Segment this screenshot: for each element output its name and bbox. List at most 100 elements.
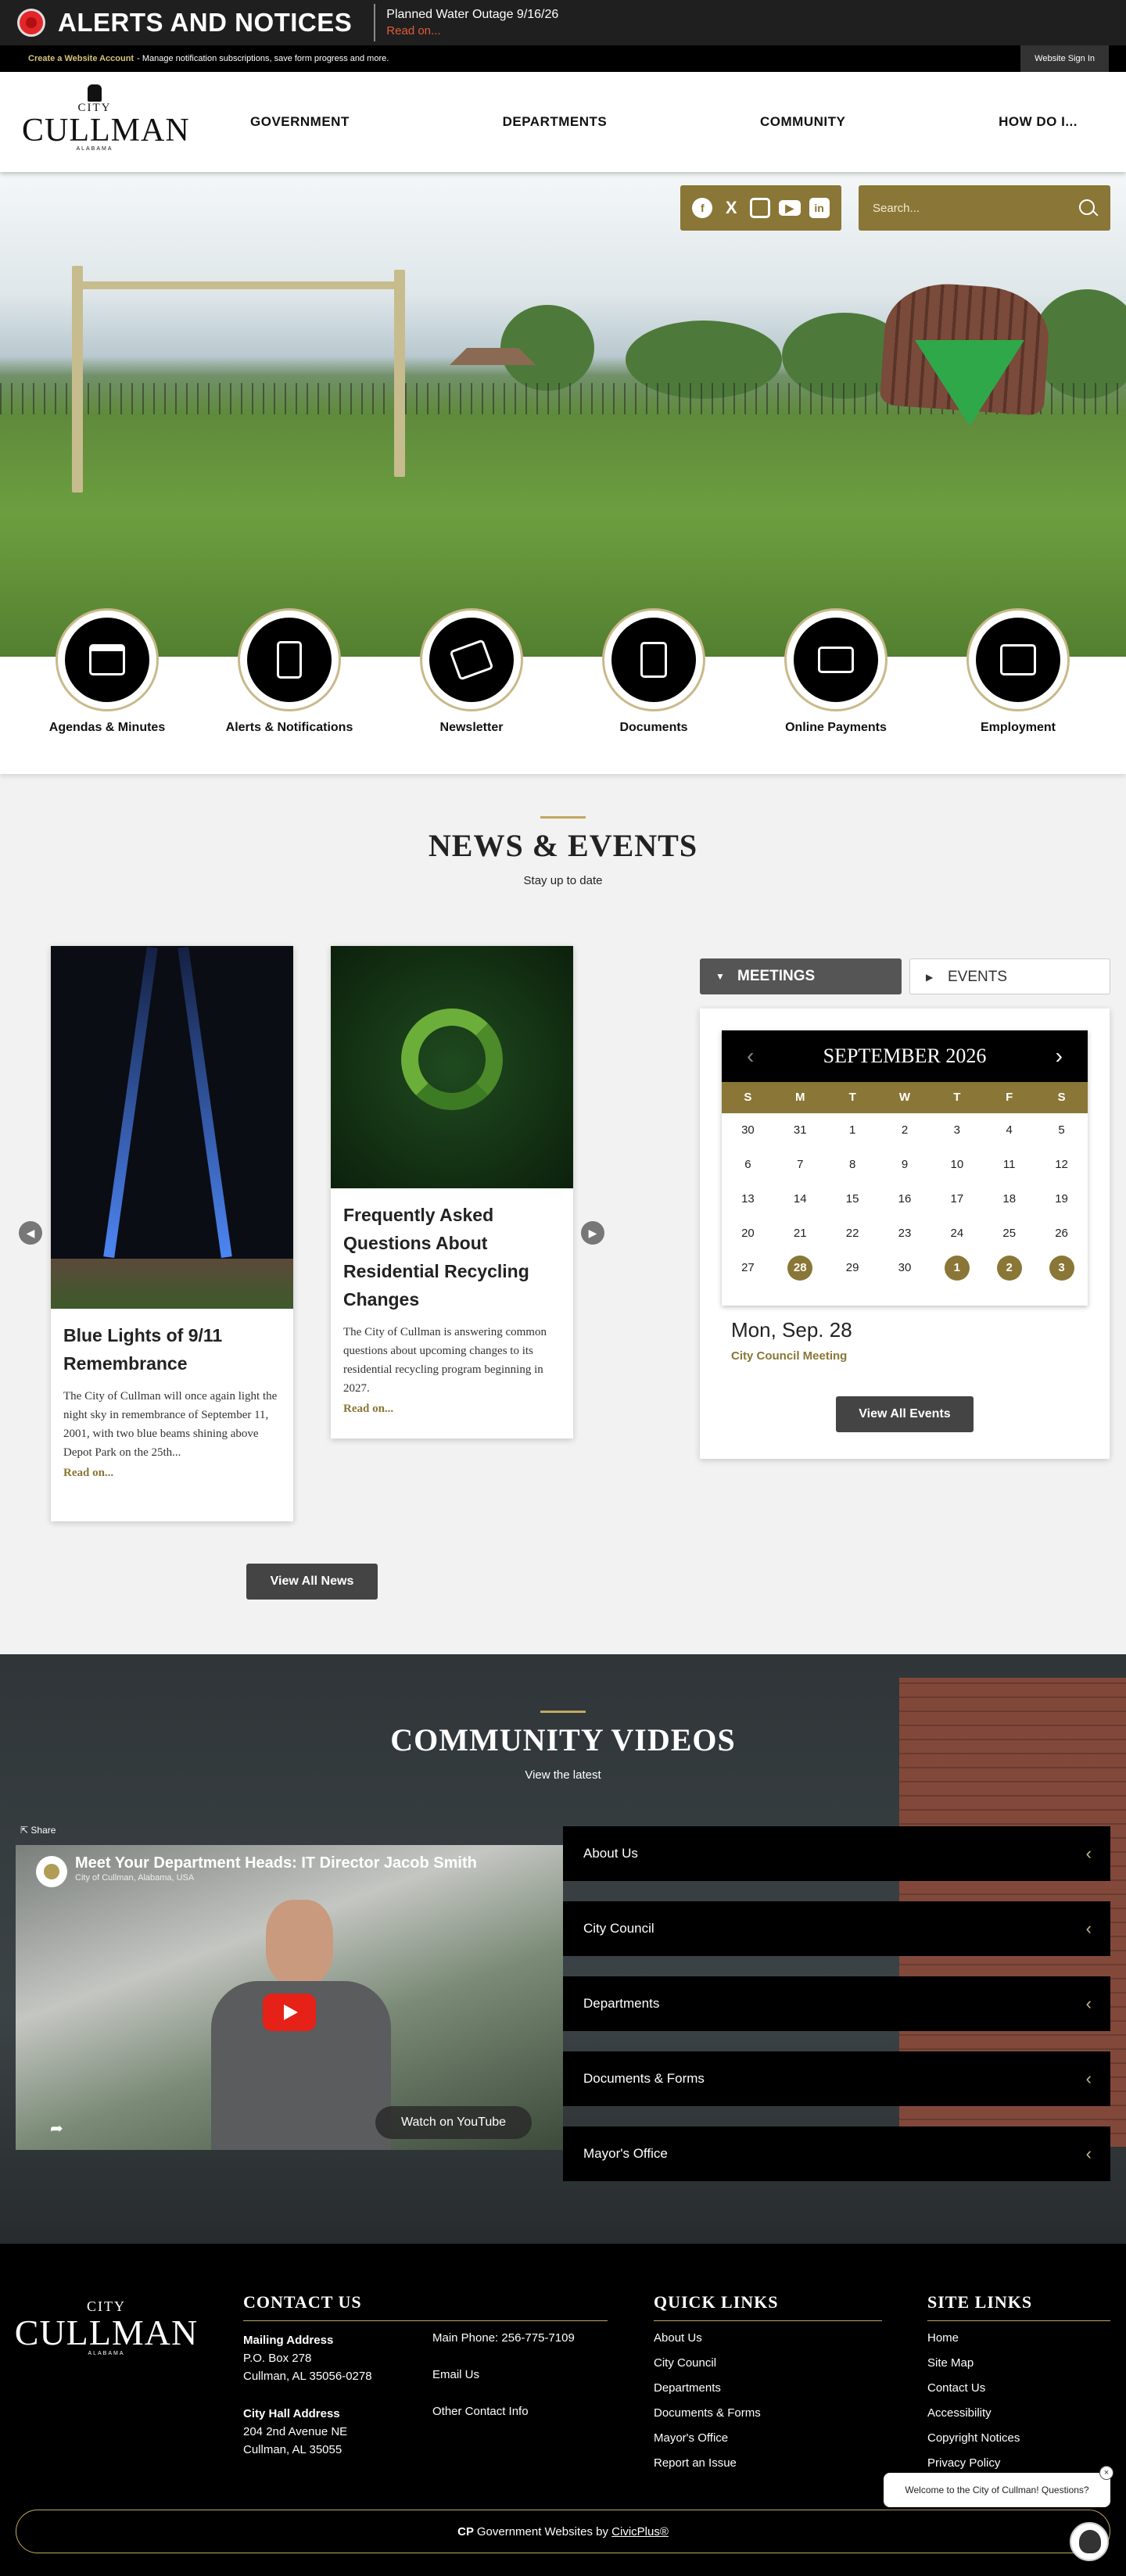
chat-welcome-bubble[interactable]: Welcome to the City of Cullman! Question… <box>884 2473 1110 2507</box>
footer-site-link[interactable]: Privacy Policy <box>927 2456 1000 2470</box>
chat-close-button[interactable]: × <box>1099 2466 1113 2480</box>
quick-link-documents[interactable]: Documents <box>576 608 732 735</box>
calendar-day[interactable]: 11 <box>983 1148 1035 1182</box>
calendar-day[interactable]: 22 <box>827 1216 879 1251</box>
news-card-title[interactable]: Blue Lights of 9/11 Remembrance <box>51 1321 293 1378</box>
other-contact-link[interactable]: Other Contact Info <box>432 2405 529 2418</box>
calendar-day[interactable]: 20 <box>722 1216 774 1251</box>
calendar-day[interactable]: 7 <box>774 1148 827 1182</box>
calendar-day[interactable]: 31 <box>774 1113 827 1148</box>
calendar-day[interactable]: 27 <box>722 1251 774 1285</box>
site-logo[interactable]: CITY CULLMAN ALABAMA <box>22 84 189 159</box>
footer-quick-link[interactable]: City Council <box>654 2356 716 2370</box>
search-input[interactable] <box>873 196 1060 220</box>
calendar-day[interactable]: 23 <box>879 1216 931 1251</box>
calendar-day[interactable]: 12 <box>1035 1148 1088 1182</box>
x-icon[interactable]: X <box>721 198 741 218</box>
calendar-day[interactable]: 24 <box>931 1216 983 1251</box>
nav-government[interactable]: GOVERNMENT <box>250 114 350 130</box>
instagram-icon[interactable] <box>749 198 770 218</box>
footer-quick-link[interactable]: Report an Issue <box>654 2456 737 2470</box>
calendar-day[interactable]: 15 <box>827 1182 879 1216</box>
quick-link-employment[interactable]: Employment <box>940 608 1096 735</box>
email-us-link[interactable]: Email Us <box>432 2368 479 2381</box>
calendar-day[interactable]: 30 <box>879 1251 931 1285</box>
footer-quick-link[interactable]: Mayor's Office <box>654 2431 728 2445</box>
alert-read-on-link[interactable]: Read on... <box>386 24 558 38</box>
video-category-mayors-office[interactable]: Mayor's Office ‹ <box>563 2126 1110 2181</box>
quick-link-newsletter[interactable]: Newsletter <box>393 608 550 735</box>
calendar-day[interactable]: 8 <box>827 1148 879 1182</box>
news-next-button[interactable]: ▶ <box>581 1221 604 1245</box>
calendar-next-button[interactable]: › <box>1056 1030 1063 1082</box>
share-arrow-icon[interactable]: ➦ <box>50 2119 63 2138</box>
calendar-day[interactable]: 2 <box>983 1251 1035 1285</box>
calendar-day[interactable]: 1 <box>827 1113 879 1148</box>
news-prev-button[interactable]: ◀ <box>19 1221 42 1245</box>
quick-link-agendas[interactable]: Agendas & Minutes <box>29 608 185 735</box>
calendar-day[interactable]: 10 <box>931 1148 983 1182</box>
footer-quick-link[interactable]: Documents & Forms <box>654 2406 761 2420</box>
news-card[interactable]: Frequently Asked Questions About Residen… <box>331 946 573 1438</box>
search-icon[interactable] <box>1079 199 1095 215</box>
calendar-day[interactable]: 26 <box>1035 1216 1088 1251</box>
video-category-city-council[interactable]: City Council ‹ <box>563 1901 1110 1956</box>
video-category-documents[interactable]: Documents & Forms ‹ <box>563 2051 1110 2106</box>
nav-departments[interactable]: DEPARTMENTS <box>503 114 608 130</box>
calendar-day[interactable]: 4 <box>983 1113 1035 1148</box>
calendar-day[interactable]: 3 <box>931 1113 983 1148</box>
nav-community[interactable]: COMMUNITY <box>760 114 845 130</box>
calendar-day[interactable]: 13 <box>722 1182 774 1216</box>
footer-quick-link[interactable]: About Us <box>654 2331 702 2345</box>
chat-avatar-button[interactable] <box>1070 2522 1109 2561</box>
tab-meetings[interactable]: ▼ MEETINGS <box>700 958 902 994</box>
civicplus-link[interactable]: CivicPlus® <box>611 2525 669 2538</box>
calendar-day[interactable]: 1 <box>931 1251 983 1285</box>
footer-site-link[interactable]: Copyright Notices <box>927 2431 1020 2445</box>
alert-notice[interactable]: Planned Water Outage 9/16/26 Read on... <box>386 8 558 38</box>
youtube-icon[interactable]: ▶ <box>778 200 801 216</box>
calendar-day[interactable]: 19 <box>1035 1182 1088 1216</box>
alert-notice-title[interactable]: Planned Water Outage 9/16/26 <box>386 8 558 22</box>
share-link[interactable]: ⇱ Share <box>20 1825 56 1836</box>
calendar-day[interactable]: 9 <box>879 1148 931 1182</box>
news-read-on-link[interactable]: Read on... <box>331 1403 573 1416</box>
quick-link-payments[interactable]: Online Payments <box>758 608 914 735</box>
footer-site-link[interactable]: Site Map <box>927 2356 974 2370</box>
video-title[interactable]: Meet Your Department Heads: IT Director … <box>75 1854 477 1872</box>
calendar-day[interactable]: 25 <box>983 1216 1035 1251</box>
calendar-day[interactable]: 30 <box>722 1113 774 1148</box>
calendar-day[interactable]: 5 <box>1035 1113 1088 1148</box>
selected-event-link[interactable]: City Council Meeting <box>731 1349 847 1363</box>
footer-logo[interactable]: CITY CULLMAN ALABAMA <box>14 2298 199 2356</box>
news-read-on-link[interactable]: Read on... <box>51 1467 293 1480</box>
nav-how-do-i[interactable]: HOW DO I... <box>999 114 1078 130</box>
footer-site-link[interactable]: Home <box>927 2331 959 2345</box>
calendar-day[interactable]: 29 <box>827 1251 879 1285</box>
youtube-play-button[interactable] <box>263 1994 316 2031</box>
tab-events[interactable]: ▶ EVENTS <box>909 958 1110 994</box>
linkedin-icon[interactable]: in <box>809 198 830 218</box>
footer-site-link[interactable]: Accessibility <box>927 2406 992 2420</box>
calendar-day[interactable]: 3 <box>1035 1251 1088 1285</box>
calendar-day[interactable]: 17 <box>931 1182 983 1216</box>
calendar-day[interactable]: 28 <box>774 1251 827 1285</box>
news-card[interactable]: Blue Lights of 9/11 Remembrance The City… <box>51 946 293 1521</box>
watch-on-youtube-button[interactable]: Watch on YouTube <box>375 2106 532 2139</box>
calendar-day[interactable]: 21 <box>774 1216 827 1251</box>
main-phone[interactable]: Main Phone: 256-775-7109 <box>432 2331 575 2345</box>
footer-site-link[interactable]: Contact Us <box>927 2381 985 2395</box>
create-account-link[interactable]: Create a Website Account <box>28 54 134 63</box>
video-category-departments[interactable]: Departments ‹ <box>563 1976 1110 2031</box>
footer-quick-link[interactable]: Departments <box>654 2381 721 2395</box>
calendar-prev-button[interactable]: ‹ <box>747 1030 754 1082</box>
calendar-day[interactable]: 18 <box>983 1182 1035 1216</box>
view-all-news-button[interactable]: View All News <box>246 1564 378 1600</box>
news-card-title[interactable]: Frequently Asked Questions About Residen… <box>331 1201 573 1313</box>
calendar-day[interactable]: 14 <box>774 1182 827 1216</box>
sign-in-button[interactable]: Website Sign In <box>1020 45 1109 72</box>
video-player[interactable]: Meet Your Department Heads: IT Director … <box>16 1845 563 2150</box>
facebook-icon[interactable]: f <box>692 198 713 218</box>
video-category-about-us[interactable]: About Us ‹ <box>563 1826 1110 1881</box>
channel-avatar[interactable] <box>36 1856 67 1887</box>
